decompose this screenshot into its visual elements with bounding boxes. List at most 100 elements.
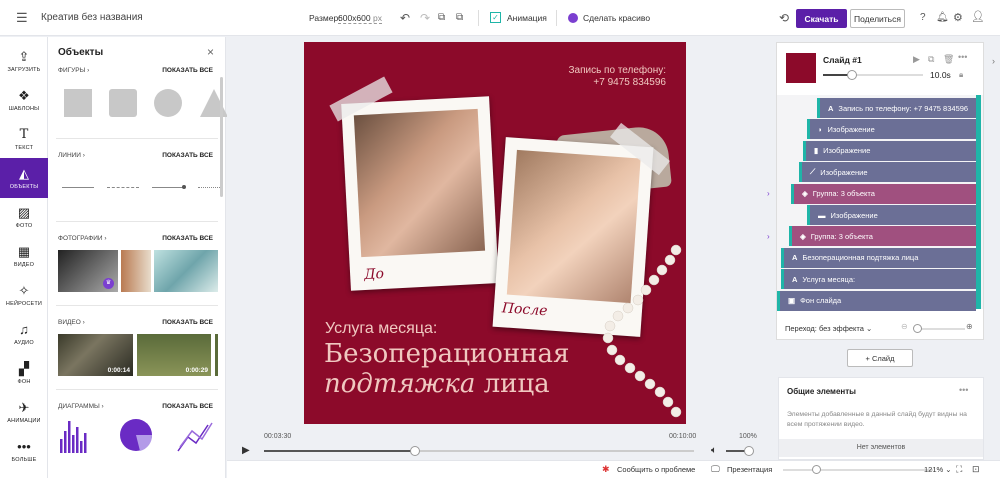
close-icon[interactable]: × xyxy=(207,45,214,59)
zoom-track[interactable] xyxy=(915,328,965,330)
copy-icon[interactable]: ⧉ xyxy=(438,11,445,25)
help-icon[interactable]: ? xyxy=(920,11,926,25)
nav-video[interactable]: ▦ ВИДЕО xyxy=(0,236,48,276)
nav-photo[interactable]: ▨ ФОТО xyxy=(0,197,48,237)
nav-text[interactable]: T ТЕКСТ xyxy=(0,119,48,159)
menu-icon[interactable]: ☰ xyxy=(16,11,28,25)
gear-icon[interactable]: ⚙ xyxy=(953,11,963,25)
history-icon[interactable]: ⟲ xyxy=(779,11,789,25)
square-shape[interactable] xyxy=(64,89,92,117)
chart-thumbnails[interactable] xyxy=(58,417,218,455)
layer-item[interactable]: ◈ Группа: 3 объекта xyxy=(791,183,976,204)
timeline-handle[interactable] xyxy=(409,446,420,456)
line-dashed[interactable] xyxy=(107,187,139,188)
zoom-slider-track[interactable] xyxy=(783,469,933,471)
pearl-necklace-image[interactable] xyxy=(594,242,686,424)
slide-duration[interactable]: 10.0s xyxy=(930,70,951,80)
charts-show-all[interactable]: ПОКАЗАТЬ ВСЕ xyxy=(162,403,213,410)
layer-item[interactable]: A Запись по телефону: +7 9475 834596 xyxy=(817,98,976,118)
layer-item[interactable]: A Безоперационная подтяжка лица xyxy=(781,247,976,268)
slide-name[interactable]: Слайд #1 xyxy=(823,55,862,65)
nav-templates[interactable]: ❖ ШАБЛОНЫ xyxy=(0,80,48,120)
more-options-icon[interactable]: ••• xyxy=(959,385,968,395)
undo-icon[interactable]: ↶ xyxy=(400,11,410,25)
animation-checkbox[interactable]: ✓ xyxy=(490,12,501,23)
zoom-slider-handle[interactable] xyxy=(812,465,821,474)
trash-icon[interactable]: 🗑︎ xyxy=(943,54,954,65)
shapes-section-title[interactable]: ФИГУРЫ › xyxy=(58,67,89,74)
line-arrow[interactable] xyxy=(152,187,184,188)
presentation-button[interactable]: Презентация xyxy=(727,465,772,474)
transition-select[interactable]: Переход: без эффекта ⌄ xyxy=(785,324,872,333)
headline-text[interactable]: Безоперационная подтяжка лица xyxy=(324,339,569,399)
zoom-handle[interactable] xyxy=(913,324,922,333)
video-section-title[interactable]: ВИДЕО › xyxy=(58,319,85,326)
lines-show-all[interactable]: ПОКАЗАТЬ ВСЕ xyxy=(162,152,213,159)
layer-item[interactable]: ▮ Изображение xyxy=(803,140,976,161)
nav-objects[interactable]: ◭ ОБЪЕКТЫ xyxy=(0,158,48,198)
slide-thumbnail[interactable] xyxy=(786,53,816,83)
panel-scrollbar[interactable] xyxy=(220,77,223,197)
duplicate-icon[interactable]: ⧉ xyxy=(928,54,934,65)
user-icon[interactable]: 👤︎ xyxy=(971,10,985,24)
video-show-all[interactable]: ПОКАЗАТЬ ВСЕ xyxy=(162,319,213,326)
photos-show-all[interactable]: ПОКАЗАТЬ ВСЕ xyxy=(162,235,213,242)
collapse-panel-icon[interactable]: › xyxy=(992,56,1000,72)
layer-item[interactable]: ⟋ Изображение xyxy=(799,162,976,183)
more-options-icon[interactable]: ••• xyxy=(958,52,967,62)
zoom-in-icon[interactable]: ⊕ xyxy=(966,322,973,331)
fit-screen-icon[interactable]: ⛶ xyxy=(956,464,962,475)
volume-icon[interactable]: 🔈︎ xyxy=(711,445,717,456)
fullscreen-icon[interactable]: ⊡ xyxy=(972,464,980,475)
nav-audio[interactable]: ♫ АУДИО xyxy=(0,314,48,354)
common-title: Общие элементы xyxy=(787,387,856,396)
line-dotted[interactable] xyxy=(198,187,220,188)
shapes-show-all[interactable]: ПОКАЗАТЬ ВСЕ xyxy=(162,67,213,74)
rounded-square-shape[interactable] xyxy=(109,89,137,117)
project-title[interactable]: Креатив без названия xyxy=(41,12,143,23)
layer-item[interactable]: ◗ Изображение xyxy=(807,119,976,140)
zoom-out-icon[interactable]: ⊖ xyxy=(901,322,908,331)
play-icon[interactable]: ▶ xyxy=(242,445,250,456)
redo-icon[interactable]: ↷ xyxy=(420,11,430,25)
paste-icon[interactable]: ⧉ xyxy=(456,11,463,25)
nav-animation[interactable]: ✈ АНИМАЦИИ xyxy=(0,392,48,432)
report-button[interactable]: Сообщить о проблеме xyxy=(617,465,695,474)
photo-thumbnail[interactable] xyxy=(121,250,151,292)
layer-item[interactable]: ▬ Изображение xyxy=(807,205,976,225)
nav-ai[interactable]: ✧ НЕЙРОСЕТИ xyxy=(0,275,48,315)
line-solid[interactable] xyxy=(62,187,94,188)
zoom-value[interactable]: 121% ⌄ xyxy=(924,465,952,474)
size-value[interactable]: 600x600 px xyxy=(338,13,382,24)
more-icon: ••• xyxy=(17,439,31,454)
nav-background[interactable]: ▞ ФОН xyxy=(0,353,48,393)
layer-item[interactable]: ◈ Группа: 3 объекта xyxy=(789,226,976,247)
nav-upload[interactable]: ⇪ ЗАГРУЗИТЬ xyxy=(0,41,48,81)
video-thumbnail[interactable]: 0:00:29 xyxy=(137,334,211,376)
expand-group-icon[interactable]: › xyxy=(767,232,770,241)
bell-icon[interactable]: 🔔︎ xyxy=(936,11,949,25)
layer-label: Группа: 3 объекта xyxy=(810,231,873,241)
expand-group-icon[interactable]: › xyxy=(767,189,770,198)
triangle-shape[interactable] xyxy=(200,89,228,117)
service-text[interactable]: Услуга месяца: xyxy=(325,320,437,338)
photos-section-title[interactable]: ФОТОГРАФИИ › xyxy=(58,235,107,242)
slide-canvas[interactable]: Запись по телефону: +7 9475 834596 До По… xyxy=(304,42,686,424)
lock-icon[interactable]: 🔒︎ xyxy=(959,70,963,80)
nav-more[interactable]: ••• БОЛЬШЕ xyxy=(0,431,48,471)
phone-text[interactable]: Запись по телефону: +7 9475 834596 xyxy=(568,65,666,89)
duration-handle[interactable] xyxy=(847,70,857,80)
video-thumbnail[interactable]: 0:00:14 xyxy=(58,334,133,376)
download-button[interactable]: Скачать xyxy=(796,9,847,28)
layer-item[interactable]: ▣ Фон слайда xyxy=(777,290,976,311)
circle-shape[interactable] xyxy=(154,89,182,117)
beautify-button[interactable]: Сделать красиво xyxy=(583,13,650,23)
photo-thumbnail[interactable] xyxy=(154,250,218,292)
lines-section-title[interactable]: ЛИНИИ › xyxy=(58,152,85,159)
add-slide-button[interactable]: + Слайд xyxy=(847,349,913,367)
play-slide-icon[interactable]: ▶ xyxy=(913,54,920,65)
share-button[interactable]: Поделиться xyxy=(850,9,905,28)
charts-section-title[interactable]: ДИАГРАММЫ › xyxy=(58,403,104,410)
layer-item[interactable]: A Услуга месяца: xyxy=(781,269,976,290)
photo-frame-before[interactable]: До xyxy=(341,96,499,291)
